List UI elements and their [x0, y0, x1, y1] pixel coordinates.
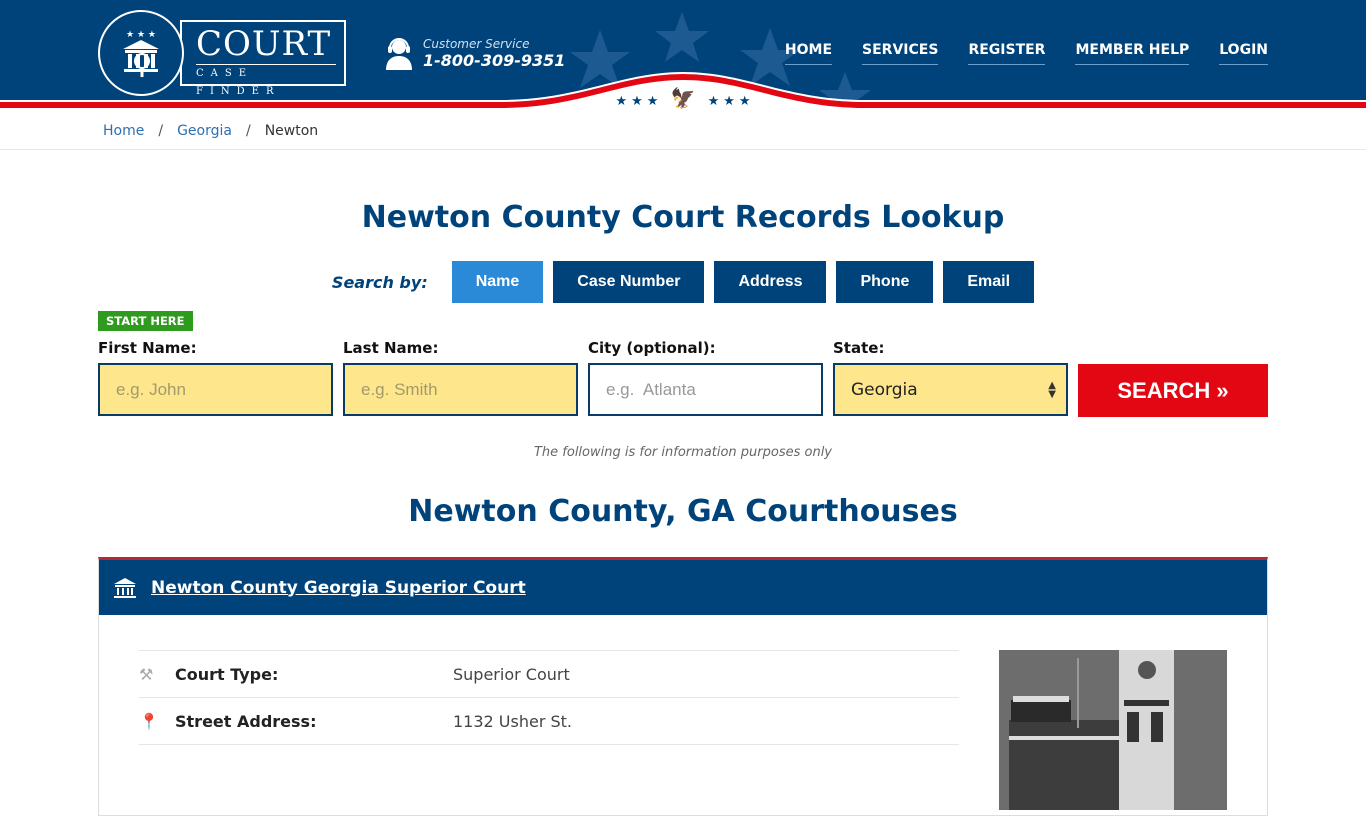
last-name-input[interactable] — [343, 363, 578, 416]
courthouse-name-link[interactable]: Newton County Georgia Superior Court — [151, 578, 526, 598]
search-button[interactable]: SEARCH » — [1078, 364, 1268, 417]
first-name-label: First Name: — [98, 339, 197, 357]
search-by-label: Search by: — [331, 272, 428, 292]
city-field: City (optional): — [588, 339, 823, 416]
logo-text: COURT CASE FINDER — [180, 20, 346, 97]
state-label: State: — [833, 339, 885, 357]
courthouse-icon — [114, 577, 136, 598]
map-pin-icon: 📍 — [139, 711, 159, 731]
courthouse-details: ⚒ Court Type: Superior Court 📍 Street Ad… — [139, 650, 959, 791]
breadcrumb-home[interactable]: Home — [103, 123, 144, 139]
detail-row: ⚒ Court Type: Superior Court — [139, 650, 959, 697]
detail-key: Street Address: — [175, 711, 317, 731]
tab-name[interactable]: Name — [451, 261, 544, 303]
breadcrumb-separator: / — [245, 122, 251, 139]
tab-email[interactable]: Email — [943, 261, 1035, 303]
state-select[interactable]: Georgia ▲ ▼ — [833, 363, 1068, 416]
search-form: START HERE First Name: Last Name: City (… — [98, 311, 1268, 421]
tab-address[interactable]: Address — [714, 261, 827, 303]
svg-text:★ ★ ★: ★ ★ ★ — [126, 30, 156, 40]
city-label: City (optional): — [588, 339, 716, 357]
select-updown-icon: ▲ ▼ — [1048, 379, 1056, 400]
first-name-field: First Name: — [98, 339, 333, 416]
logo-title: COURT — [196, 24, 336, 65]
gavel-icon: ⚒ — [139, 664, 154, 684]
nav-services[interactable]: SERVICES — [862, 42, 939, 65]
info-note: The following is for information purpose… — [533, 445, 833, 460]
state-select-value: Georgia — [851, 379, 918, 400]
detail-row: 📍 Street Address: 1132 Usher St. — [139, 697, 959, 744]
detail-key: Court Type: — [175, 664, 279, 684]
nav-member-help[interactable]: MEMBER HELP — [1075, 42, 1190, 65]
courthouse-photo — [999, 650, 1227, 810]
search-by-tabs: Search by: Name Case Number Address Phon… — [0, 261, 1366, 303]
breadcrumb-current: Newton — [264, 122, 319, 139]
page-title: Newton County Court Records Lookup — [361, 200, 1005, 235]
first-name-input[interactable] — [98, 363, 333, 416]
start-here-badge: START HERE — [98, 311, 193, 331]
courthouse-card: Newton County Georgia Superior Court ⚒ C… — [98, 557, 1268, 816]
detail-value: 1132 Usher St. — [453, 711, 573, 731]
customer-service-phone[interactable]: 1-800-309-9351 — [423, 51, 565, 70]
logo-subtitle: CASE FINDER — [196, 68, 281, 97]
headset-icon — [386, 38, 412, 70]
nav-register[interactable]: REGISTER — [968, 42, 1046, 65]
customer-service: Customer Service 1-800-309-9351 — [385, 36, 565, 70]
logo[interactable]: ★ ★ ★ COURT CASE FINDER — [98, 10, 346, 97]
main-nav: HOME SERVICES REGISTER MEMBER HELP LOGIN — [784, 42, 1268, 65]
last-name-field: Last Name: — [343, 339, 578, 416]
breadcrumb-georgia[interactable]: Georgia — [177, 123, 232, 139]
section-title: Newton County, GA Courthouses — [408, 494, 958, 529]
eagle-emblem: ★★★ 🦅 ★★★ — [615, 86, 755, 110]
courthouse-logo-icon: ★ ★ ★ — [98, 10, 184, 96]
state-field: State: Georgia ▲ ▼ — [833, 339, 1068, 416]
courthouse-photo-illustration — [999, 650, 1227, 810]
nav-login[interactable]: LOGIN — [1219, 42, 1268, 65]
tab-phone[interactable]: Phone — [836, 261, 934, 303]
detail-value: Superior Court — [453, 664, 570, 684]
tab-case-number[interactable]: Case Number — [553, 261, 705, 303]
breadcrumb: Home / Georgia / Newton — [0, 112, 1366, 150]
site-header: ★★★ 🦅 ★★★ ★ ★ ★ COURT CASE FINDER Custom… — [0, 0, 1366, 112]
customer-service-label: Customer Service — [423, 36, 530, 51]
city-input[interactable] — [588, 363, 823, 416]
courthouse-card-body: ⚒ Court Type: Superior Court 📍 Street Ad… — [99, 615, 1267, 815]
breadcrumb-separator: / — [158, 122, 164, 139]
eagle-icon: 🦅 — [670, 86, 700, 110]
courthouse-card-header: Newton County Georgia Superior Court — [99, 560, 1267, 615]
last-name-label: Last Name: — [343, 339, 439, 357]
nav-home[interactable]: HOME — [784, 42, 833, 65]
